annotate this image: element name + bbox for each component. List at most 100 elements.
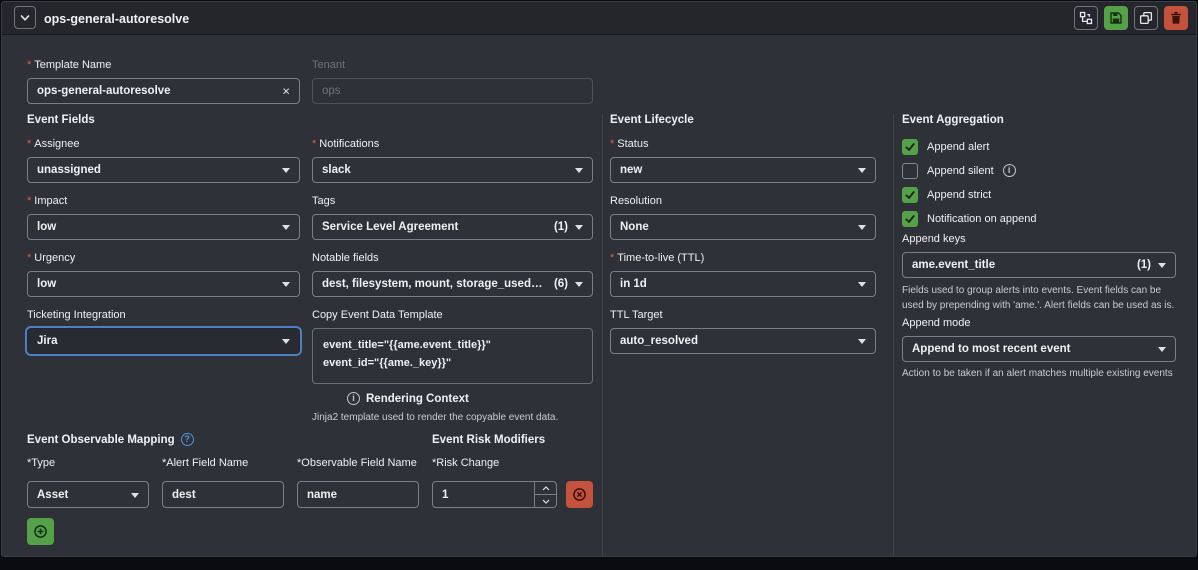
remove-row-button[interactable]: [566, 481, 593, 508]
chevron-down-icon: [282, 168, 290, 173]
resolution-value: None: [620, 221, 649, 233]
append-strict-checkbox[interactable]: [902, 186, 918, 203]
workflow-button[interactable]: [1074, 6, 1098, 30]
check-icon: [905, 190, 915, 199]
status-value: new: [620, 164, 643, 176]
header-bar: ops-general-autoresolve: [2, 2, 1196, 35]
type-label: *Type: [27, 457, 56, 469]
risk-change-input[interactable]: [433, 482, 534, 507]
event-lifecycle-heading: Event Lifecycle: [610, 114, 694, 126]
template-name-field: Template Name ×: [27, 59, 300, 104]
chevron-down-icon: [858, 168, 866, 173]
ttl-target-field: TTL Target auto_resolved: [610, 309, 876, 354]
ticketing-integration-select[interactable]: Jira: [27, 328, 300, 354]
rendering-context-section[interactable]: i Rendering Context: [347, 392, 469, 405]
ttl-select[interactable]: in 1d: [610, 271, 876, 297]
append-silent-label: Append silent: [927, 164, 994, 177]
ticketing-integration-label: Ticketing Integration: [27, 309, 126, 321]
ttl-target-value: auto_resolved: [620, 335, 698, 347]
impact-select[interactable]: low: [27, 214, 300, 240]
observable-type-select[interactable]: Asset: [27, 481, 149, 508]
chevron-down-icon: [282, 282, 290, 287]
observable-mapping-heading-row: Event Observable Mapping ?: [27, 433, 194, 446]
collapse-button[interactable]: [14, 6, 36, 29]
ttl-label: Time-to-live (TTL): [610, 252, 876, 265]
ttl-target-select[interactable]: auto_resolved: [610, 328, 876, 354]
clear-icon[interactable]: ×: [282, 85, 290, 98]
notifications-select[interactable]: slack: [312, 157, 593, 183]
add-row-button[interactable]: [27, 518, 54, 545]
copy-button[interactable]: [1134, 6, 1158, 30]
append-strict-row: Append strict: [902, 186, 991, 203]
chevron-down-icon: [1158, 263, 1166, 268]
resolution-select[interactable]: None: [610, 214, 876, 240]
append-mode-select[interactable]: Append to most recent event: [902, 336, 1176, 362]
observable-field-name-input[interactable]: [298, 488, 418, 501]
check-icon: [905, 214, 915, 223]
risk-modifiers-heading: Event Risk Modifiers: [432, 434, 546, 446]
save-button[interactable]: [1104, 6, 1128, 30]
remove-circle-icon: [573, 488, 586, 501]
chevron-down-icon: [282, 225, 290, 230]
ttl-value: in 1d: [620, 278, 647, 290]
rendering-context-help: Jinja2 template used to render the copya…: [312, 412, 559, 423]
notification-on-append-checkbox[interactable]: [902, 210, 918, 227]
chevron-down-icon: [858, 339, 866, 344]
tags-label: Tags: [312, 195, 336, 207]
notable-fields-label: Notable fields: [312, 252, 379, 264]
append-keys-help: Fields used to group alerts into events.…: [902, 285, 1175, 311]
notifications-label: Notifications: [312, 138, 593, 151]
alert-field-name-input[interactable]: [163, 488, 283, 501]
help-icon[interactable]: ?: [180, 433, 194, 446]
delete-button[interactable]: [1164, 6, 1188, 30]
tenant-label: Tenant: [312, 59, 346, 71]
info-icon[interactable]: i: [347, 392, 360, 405]
copy-event-data-template-field: Copy Event Data Template event_title="{{…: [312, 309, 593, 384]
notification-on-append-label: Notification on append: [927, 212, 1037, 225]
copy-event-data-template-textarea[interactable]: event_title="{{ame.event_title}}" event_…: [312, 328, 593, 384]
decrement-button[interactable]: [535, 495, 556, 507]
append-mode-field: Append mode Append to most recent event: [902, 317, 1176, 362]
risk-change-label: *Risk Change: [432, 457, 500, 469]
notable-fields-count-badge: (6): [553, 278, 568, 290]
increment-button[interactable]: [535, 482, 556, 495]
status-select[interactable]: new: [610, 157, 876, 183]
template-name-input[interactable]: [28, 85, 299, 97]
append-silent-checkbox[interactable]: [902, 162, 918, 179]
panel-title: ops-general-autoresolve: [44, 12, 190, 26]
append-alert-checkbox[interactable]: [902, 138, 918, 155]
append-keys-label: Append keys: [902, 233, 966, 245]
append-keys-value: ame.event_title: [912, 259, 996, 271]
resolution-label: Resolution: [610, 195, 662, 207]
assignee-field: Assignee unassigned: [27, 138, 300, 183]
append-alert-label: Append alert: [927, 140, 990, 153]
impact-field: Impact low: [27, 195, 300, 240]
assignee-select[interactable]: unassigned: [27, 157, 300, 183]
chevron-down-icon: [575, 168, 583, 173]
append-mode-label: Append mode: [902, 317, 971, 329]
append-mode-value: Append to most recent event: [912, 343, 1071, 355]
notable-fields-field: Notable fields dest, filesystem, mount, …: [312, 252, 593, 297]
notable-fields-select[interactable]: dest, filesystem, mount, storage_used_pe…: [312, 271, 593, 297]
append-keys-count-badge: (1): [1136, 259, 1151, 271]
ticketing-integration-field: Ticketing Integration Jira: [27, 309, 300, 354]
chevron-down-icon: [575, 282, 583, 287]
tags-value: Service Level Agreement: [322, 221, 459, 233]
section-divider: [893, 114, 894, 557]
trash-icon: [1171, 12, 1181, 24]
chevron-down-icon: [131, 492, 139, 498]
append-alert-row: Append alert: [902, 138, 989, 155]
urgency-select[interactable]: low: [27, 271, 300, 297]
notifications-value: slack: [322, 164, 351, 176]
tenant-input[interactable]: [313, 85, 592, 97]
append-keys-select[interactable]: ame.event_title (1): [902, 252, 1176, 278]
notable-fields-value: dest, filesystem, mount, storage_used_pe…: [322, 278, 546, 290]
tags-select[interactable]: Service Level Agreement (1): [312, 214, 593, 240]
tenant-input-wrap: [312, 78, 593, 104]
urgency-value: low: [37, 278, 57, 290]
chevron-down-icon: [542, 499, 549, 504]
stepper-buttons: [534, 482, 556, 507]
info-icon[interactable]: i: [1002, 164, 1016, 177]
chevron-down-icon: [20, 14, 30, 21]
observable-field-name-label: *Observable Field Name: [297, 457, 417, 469]
